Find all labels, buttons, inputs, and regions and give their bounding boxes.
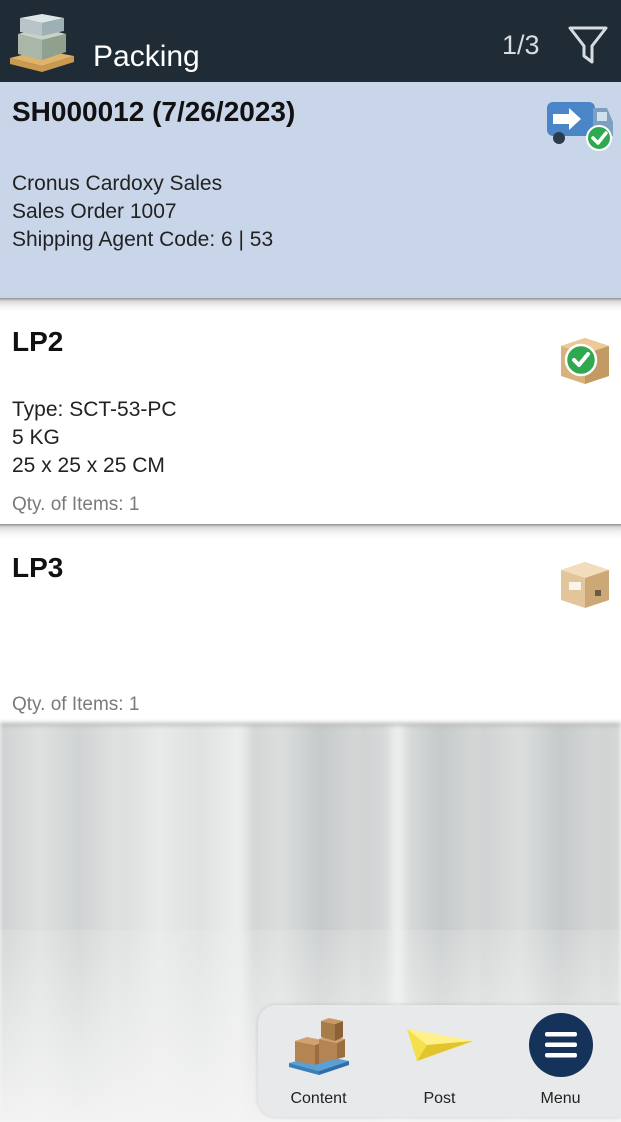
- box-checked-icon: [561, 338, 609, 384]
- card-divider: [0, 524, 621, 538]
- box-icon: [561, 562, 609, 608]
- post-label: Post: [423, 1090, 456, 1107]
- bottom-toolbar: Content Post Menu: [258, 1005, 621, 1117]
- menu-button[interactable]: Menu: [500, 1005, 621, 1117]
- package-weight: 5 KG: [12, 426, 60, 449]
- shipping-agent: Shipping Agent Code: 6 | 53: [12, 228, 274, 251]
- card-divider: [0, 298, 621, 312]
- content-button[interactable]: Content: [258, 1005, 379, 1117]
- package-qty: Qty. of Items: 1: [12, 494, 140, 515]
- filter-funnel-icon[interactable]: [566, 22, 610, 66]
- paper-plane-icon: [406, 1029, 473, 1061]
- boxes-content-icon: [288, 1018, 349, 1075]
- shipment-title: SH000012 (7/26/2023): [12, 96, 296, 127]
- content-label: Content: [290, 1090, 347, 1107]
- package-card[interactable]: LP3 Qty. of Items: 1: [0, 538, 621, 723]
- package-title: LP3: [12, 552, 64, 583]
- sales-order: Sales Order 1007: [12, 200, 177, 223]
- post-button[interactable]: Post: [379, 1005, 500, 1117]
- hamburger-menu-icon: [528, 1013, 593, 1077]
- pallet-boxes-icon: [10, 14, 74, 72]
- package-type: Type: SCT-53-PC: [12, 398, 177, 421]
- truck-checked-icon: [547, 102, 613, 151]
- package-card[interactable]: LP2 Type: SCT-53-PC 5 KG 25 x 25 x 25 CM…: [0, 312, 621, 524]
- package-dimensions: 25 x 25 x 25 CM: [12, 454, 165, 477]
- page-title: Packing: [93, 40, 200, 73]
- menu-label: Menu: [540, 1090, 581, 1107]
- customer-name: Cronus Cardoxy Sales: [12, 172, 223, 195]
- package-title: LP2: [12, 326, 64, 357]
- app-header: Packing 1/3: [0, 0, 621, 82]
- record-counter: 1/3: [502, 30, 540, 60]
- package-qty: Qty. of Items: 1: [12, 694, 140, 715]
- shipment-card[interactable]: SH000012 (7/26/2023) Cronus Cardoxy Sale…: [0, 82, 621, 298]
